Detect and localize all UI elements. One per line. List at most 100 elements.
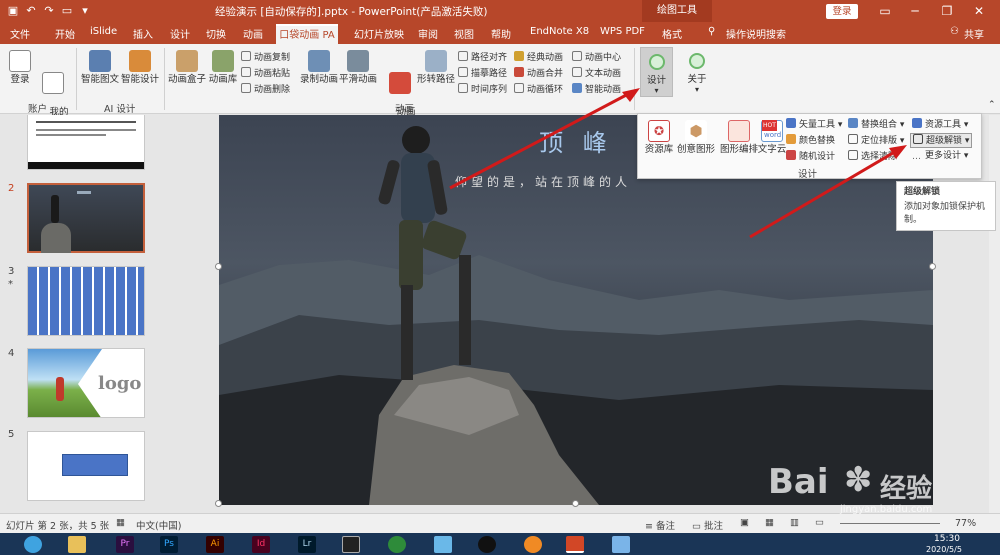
resize-handle[interactable]: [215, 500, 222, 507]
about-button[interactable]: 关于 ▾: [683, 47, 711, 97]
resize-handle[interactable]: [215, 263, 222, 270]
classic-anim-button[interactable]: 经典动画: [514, 51, 563, 64]
qq-icon[interactable]: [478, 536, 496, 553]
folder-icon[interactable]: [68, 536, 86, 553]
path-icon: [425, 50, 447, 72]
anim-loop-button[interactable]: 动画循环: [514, 83, 563, 96]
random-design-button[interactable]: 随机设计: [786, 150, 835, 163]
resource-tool-button[interactable]: 资源工具 ▾: [912, 118, 968, 131]
resource-library-button[interactable]: ✪ 资源库: [643, 120, 675, 155]
time-seq-button[interactable]: 时间序列: [458, 83, 507, 96]
tell-me-search[interactable]: 操作说明搜索: [726, 26, 786, 41]
notes-button[interactable]: ≡ 备注: [645, 518, 675, 532]
anim-lib-button[interactable]: 动画库: [206, 50, 240, 85]
undo-icon[interactable]: ↶: [24, 3, 38, 18]
tab-pocket-animation[interactable]: 口袋动画 PA: [276, 24, 338, 44]
dropdown-arrow-icon: ▾: [654, 86, 659, 95]
tab-review[interactable]: 审阅: [418, 26, 438, 41]
anim-center-button[interactable]: 动画中心: [572, 51, 621, 64]
green-app-icon[interactable]: [388, 536, 406, 553]
illustrator-icon[interactable]: Ai: [206, 536, 224, 553]
premiere-icon[interactable]: Pr: [116, 536, 134, 553]
word-cloud-button[interactable]: HOT word 文字云: [754, 120, 790, 155]
draw-path-button[interactable]: 描摹路径: [458, 67, 507, 80]
tab-view[interactable]: 视图: [454, 26, 474, 41]
color-replace-button[interactable]: 颜色替换: [786, 134, 835, 147]
smart-text-icon: [89, 50, 111, 72]
indesign-icon[interactable]: Id: [252, 536, 270, 553]
tab-format[interactable]: 格式: [662, 26, 682, 41]
smart-text-button[interactable]: 智能图文: [80, 50, 120, 85]
orange-app-icon[interactable]: [524, 536, 542, 553]
ribbon-display-icon[interactable]: ▭: [872, 2, 898, 20]
tab-endnote[interactable]: EndNote X8: [530, 26, 589, 37]
vertical-scrollbar[interactable]: [989, 115, 1000, 513]
save-icon[interactable]: ▣: [6, 3, 20, 18]
tab-transitions[interactable]: 切换: [206, 26, 226, 41]
shape-path-button[interactable]: 形转路径: [416, 50, 456, 85]
share-button[interactable]: 共享: [964, 26, 984, 41]
tab-insert[interactable]: 插入: [133, 26, 153, 41]
video-editor-icon[interactable]: [342, 536, 360, 553]
tab-file[interactable]: 文件: [10, 26, 30, 41]
slide-subtitle[interactable]: 仰望的是，站在顶峰的人: [455, 173, 631, 190]
tab-animations[interactable]: 动画: [243, 26, 263, 41]
path-align-button[interactable]: 路径对齐: [458, 51, 507, 64]
resize-handle[interactable]: [572, 500, 579, 507]
redo-icon[interactable]: ↷: [42, 3, 56, 18]
user-icon[interactable]: ⚇: [950, 26, 959, 37]
notes-app-icon[interactable]: [612, 536, 630, 553]
smart-design-button[interactable]: 智能设计: [120, 50, 160, 85]
slide-thumb-3[interactable]: [27, 266, 145, 336]
lightroom-icon[interactable]: Lr: [298, 536, 316, 553]
anim-copy-button[interactable]: 动画复制: [241, 51, 290, 64]
present-icon[interactable]: ▭: [60, 3, 74, 18]
zoom-slider[interactable]: [840, 523, 940, 524]
minimize-icon[interactable]: ─: [902, 2, 928, 20]
restore-icon[interactable]: ❐: [934, 2, 960, 20]
tab-slideshow[interactable]: 幻灯片放映: [354, 26, 404, 41]
tab-design[interactable]: 设计: [170, 26, 190, 41]
user-icon: [9, 50, 31, 72]
tab-help[interactable]: 帮助: [491, 26, 511, 41]
record-anim-button[interactable]: 录制动画: [300, 50, 338, 85]
slide-thumb-4[interactable]: logo: [27, 348, 145, 418]
account-login-button[interactable]: 登录: [6, 50, 34, 85]
smooth-anim-button[interactable]: 平滑动画: [338, 50, 378, 85]
photoshop-icon[interactable]: Ps: [160, 536, 178, 553]
creative-shape-button[interactable]: ⬢ 创意图形: [675, 120, 717, 155]
slide-thumb-5[interactable]: [27, 431, 145, 501]
browser-icon[interactable]: [24, 536, 42, 553]
super-unlock-button[interactable]: 超级解锁 ▾: [910, 133, 973, 148]
anim-delete-button[interactable]: 动画删除: [241, 83, 290, 96]
animation-star-icon: *: [8, 279, 13, 290]
dropdown-arrow-icon: ▾: [694, 85, 699, 94]
spell-check-icon[interactable]: ▦: [116, 517, 125, 528]
tab-islide[interactable]: iSlide: [90, 26, 117, 37]
anim-box-button[interactable]: 动画盒子: [168, 50, 206, 85]
replace-combo-button[interactable]: 替换组合 ▾: [848, 118, 904, 131]
normal-view-icon[interactable]: ▣: [740, 517, 749, 528]
anim-merge-button[interactable]: 动画合并: [514, 67, 563, 80]
login-button[interactable]: 登录: [826, 4, 858, 19]
smart-anim-button[interactable]: 智能动画: [572, 83, 621, 96]
customize-qat-icon[interactable]: ▾: [78, 3, 92, 18]
slide-thumb-2[interactable]: [27, 183, 145, 253]
select-clear-button[interactable]: 选择清除: [848, 150, 897, 163]
vector-tool-button[interactable]: 矢量工具 ▾: [786, 118, 842, 131]
position-layout-button[interactable]: 定位排版 ▾: [848, 134, 904, 147]
powerpoint-icon[interactable]: [566, 536, 584, 553]
more-design-button[interactable]: … 更多设计 ▾: [912, 150, 968, 162]
comments-button[interactable]: ▭ 批注: [692, 518, 723, 532]
design-button[interactable]: 设计 ▾: [640, 47, 673, 97]
tab-wps-pdf[interactable]: WPS PDF: [600, 26, 645, 37]
close-icon[interactable]: ✕: [966, 2, 992, 20]
language[interactable]: 中文(中国): [136, 518, 181, 532]
collapse-ribbon-icon[interactable]: ⌃: [988, 100, 996, 110]
chat-app-icon[interactable]: [434, 536, 452, 553]
slide-thumb-1[interactable]: [27, 115, 145, 170]
anim-paste-button[interactable]: 动画粘贴: [241, 67, 290, 80]
text-anim-button[interactable]: 文本动画: [572, 67, 621, 80]
tab-home[interactable]: 开始: [55, 26, 75, 41]
resize-handle[interactable]: [929, 263, 936, 270]
